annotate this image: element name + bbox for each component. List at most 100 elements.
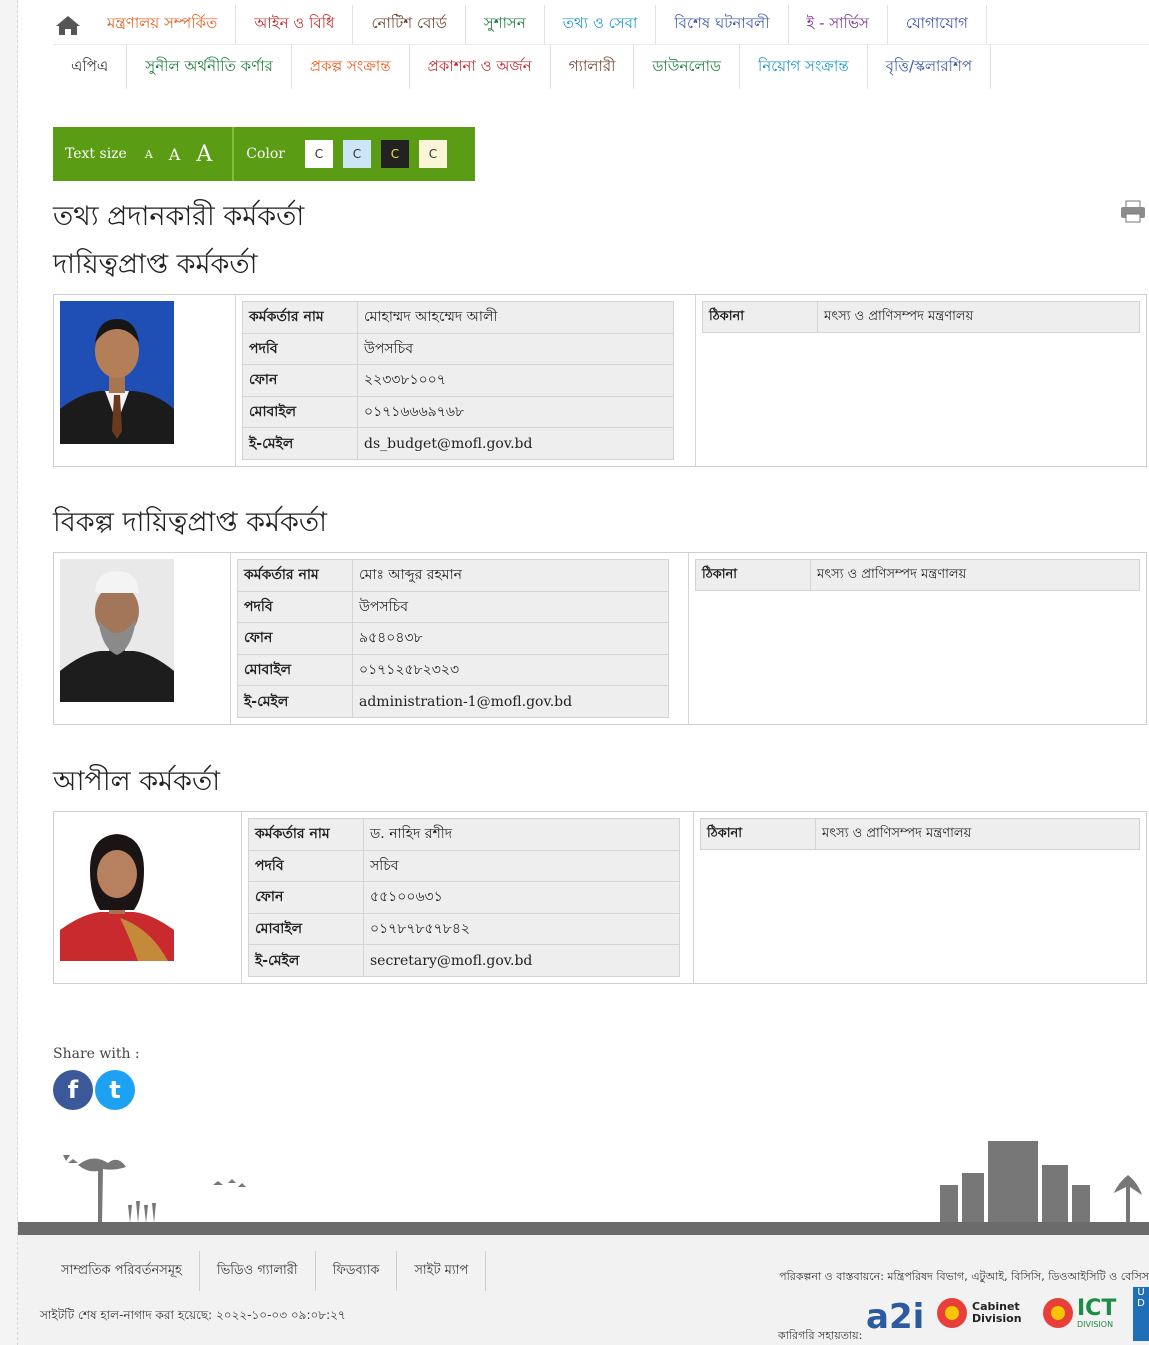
site-footer: সাম্প্রতিক পরিবর্তনসমূহ ভিডিও গ্যালারী ফিড…	[18, 1235, 1149, 1345]
row1-item-5[interactable]: বিশেষ ঘটনাবলী	[656, 5, 789, 44]
designation-label: পদবি	[242, 332, 358, 366]
officer-phone: ৯৫৪০৪৩৮	[352, 622, 669, 655]
officer-address-cell: ঠিকানা মৎস্য ও প্রাণিসম্পদ মন্ত্রণালয়	[689, 553, 1146, 724]
row1-item-0[interactable]: মন্ত্রণালয় সম্পর্কিত	[89, 5, 237, 44]
section-title-appeal: আপীল কর্মকর্তা	[53, 766, 221, 797]
row1-item-7[interactable]: যোগাযোগ	[888, 5, 988, 44]
row1-item-6[interactable]: ই - সার্ভিস	[789, 5, 888, 44]
footer-link-1[interactable]: ভিডিও গ্যালারী	[200, 1251, 316, 1291]
designation-label: পদবি	[237, 590, 353, 624]
twitter-share-icon[interactable]: t	[95, 1070, 135, 1110]
name-label: কর্মকর্তার নাম	[248, 818, 364, 851]
footer-link-2[interactable]: ফিডব্যাক	[316, 1251, 398, 1291]
officer-info-table: কর্মকর্তার নাম মোঃ আব্দুর রহমান পদবি উপসচি…	[237, 559, 669, 718]
share-label: Share with :	[53, 1046, 140, 1062]
officer-mobile: ০১৭১৬৬৬৯৭৬৮	[357, 395, 674, 429]
ict-division-logo[interactable]: ICT DIVISION	[1042, 1297, 1116, 1329]
facebook-share-icon[interactable]: f	[53, 1070, 93, 1110]
officer-card: কর্মকর্তার নাম ড. নাহিদ রশীদ পদবি সচিব ফোন…	[53, 811, 1147, 984]
phone-label: ফোন	[237, 622, 353, 655]
row1-item-1[interactable]: আইন ও বিধি	[236, 5, 354, 44]
address-table: ঠিকানা মৎস্য ও প্রাণিসম্পদ মন্ত্রণালয়	[700, 818, 1140, 850]
page-title: তথ্য প্রদানকারী কর্মকর্তা	[53, 201, 305, 232]
footer-landscape-illustration	[63, 1141, 1142, 1223]
row2-item-2[interactable]: প্রকল্প সংক্রান্ত	[292, 45, 410, 89]
mobile-label: মোবাইল	[242, 395, 358, 429]
officer-card: কর্মকর্তার নাম মোহাম্মদ আহম্মেদ আলী পদবি উ…	[53, 294, 1147, 467]
text-size-medium-button[interactable]: A	[169, 145, 181, 164]
officer-address: মৎস্য ও প্রাণিসম্পদ মন্ত্রণালয়	[815, 818, 1140, 850]
footer-link-3[interactable]: সাইট ম্যাপ	[397, 1251, 487, 1291]
text-size-label: Text size	[65, 146, 127, 162]
phone-label: ফোন	[248, 881, 364, 914]
mobile-label: মোবাইল	[248, 912, 364, 946]
photo-cell	[54, 812, 242, 983]
officer-info-table: কর্মকর্তার নাম মোহাম্মদ আহম্মেদ আলী পদবি উ…	[242, 301, 674, 460]
nav-row-secondary: এপিএ সুনীল অর্থনীতি কর্ণার প্রকল্প সংক্রান…	[53, 45, 1149, 89]
address-table: ঠিকানা মৎস্য ও প্রাণিসম্পদ মন্ত্রণালয়	[695, 559, 1140, 591]
section-title-alternate: বিকল্প দায়িত্বপ্রাপ্ত কর্মকর্তা	[53, 507, 327, 538]
a2i-logo[interactable]: a2i	[866, 1297, 924, 1337]
footer-divider-band	[18, 1222, 1149, 1235]
email-label: ই-মেইল	[242, 427, 358, 460]
undp-logo-text: U D	[1133, 1287, 1149, 1341]
officer-email[interactable]: secretary@mofl.gov.bd	[363, 944, 680, 977]
tech-support-label: কারিগরি সহায়তায়:	[778, 1329, 863, 1342]
color-group: Color C C C C	[234, 127, 459, 181]
officer-name: মোহাম্মদ আহম্মেদ আলী	[357, 301, 674, 334]
cabinet-division-logo[interactable]: Cabinet Division	[936, 1297, 1022, 1329]
page-left-border	[0, 0, 18, 1345]
footer-link-0[interactable]: সাম্প্রতিক পরিবর্তনসমূহ	[44, 1251, 200, 1291]
text-size-large-button[interactable]: A	[196, 142, 212, 167]
ict-logo-textblock: ICT DIVISION	[1077, 1297, 1116, 1329]
accessibility-toolbar: Text size A A A Color C C C C	[53, 127, 475, 181]
row1-item-3[interactable]: সুশাসন	[466, 5, 545, 44]
officer-photo	[60, 818, 174, 961]
a2i-logo-text: a2i	[866, 1297, 925, 1337]
row2-item-7[interactable]: বৃত্তি/স্কলারশিপ	[868, 45, 992, 89]
bangladesh-emblem-icon	[937, 1298, 967, 1328]
officer-address-cell: ঠিকানা মৎস্য ও প্রাণিসম্পদ মন্ত্রণালয়	[694, 812, 1146, 983]
ict-emblem-icon	[1043, 1298, 1073, 1328]
officer-address: মৎস্য ও প্রাণিসম্পদ মন্ত্রণালয়	[817, 301, 1140, 333]
nav-row-primary: মন্ত্রণালয় সম্পর্কিত আইন ও বিধি নোটিশ বোর…	[53, 5, 1149, 45]
officer-name: ড. নাহিদ রশীদ	[363, 818, 680, 851]
officer-info-table: কর্মকর্তার নাম ড. নাহিদ রশীদ পদবি সচিব ফোন…	[248, 818, 680, 977]
print-icon[interactable]	[1120, 200, 1146, 224]
designation-label: পদবি	[248, 849, 364, 883]
row1-item-2[interactable]: নোটিশ বোর্ড	[353, 5, 466, 44]
color-swatch-white[interactable]: C	[305, 140, 333, 168]
row2-item-0[interactable]: এপিএ	[53, 45, 128, 89]
color-swatch-blue[interactable]: C	[343, 140, 371, 168]
last-updated-text: সাইটটি শেষ হাল-নাগাদ করা হয়েছে: ২০২২-১০…	[40, 1308, 346, 1322]
undp-logo[interactable]: U D	[1133, 1287, 1149, 1341]
officer-mobile: ০১৭১২৫৮২৩২৩	[352, 653, 669, 687]
row1-item-4[interactable]: তথ্য ও সেবা	[545, 5, 657, 44]
footer-links: সাম্প্রতিক পরিবর্তনসমূহ ভিডিও গ্যালারী ফিড…	[44, 1251, 487, 1291]
name-label: কর্মকর্তার নাম	[242, 301, 358, 334]
officer-info-cell: কর্মকর্তার নাম মোহাম্মদ আহম্মেদ আলী পদবি উ…	[236, 295, 696, 466]
officer-designation: সচিব	[363, 849, 680, 883]
officer-address: মৎস্য ও প্রাণিসম্পদ মন্ত্রণালয়	[810, 559, 1140, 591]
cabinet-division-logo-text: Cabinet Division	[972, 1300, 1022, 1325]
officer-photo	[60, 559, 174, 702]
main-navigation: মন্ত্রণালয় সম্পর্কিত আইন ও বিধি নোটিশ বোর…	[53, 5, 1149, 89]
officer-email[interactable]: administration-1@mofl.gov.bd	[352, 685, 669, 718]
planning-credit-text: পরিকল্পনা ও বাস্তবায়নে: মন্ত্রিপরিষদ বি…	[779, 1270, 1149, 1283]
email-label: ই-মেইল	[237, 685, 353, 718]
section-title-responsible: দায়িত্বপ্রাপ্ত কর্মকর্তা	[53, 249, 258, 280]
row2-item-5[interactable]: ডাউনলোড	[634, 45, 740, 89]
row2-item-3[interactable]: প্রকাশনা ও অর্জন	[410, 45, 551, 89]
address-label: ঠিকানা	[700, 818, 816, 850]
home-link[interactable]	[53, 5, 89, 44]
row2-item-4[interactable]: গ্যালারী	[551, 45, 635, 89]
home-icon	[56, 15, 80, 35]
officer-info-cell: কর্মকর্তার নাম ড. নাহিদ রশীদ পদবি সচিব ফোন…	[242, 812, 694, 983]
color-swatch-dark[interactable]: C	[381, 140, 409, 168]
text-size-small-button[interactable]: A	[145, 148, 153, 161]
officer-email[interactable]: ds_budget@mofl.gov.bd	[357, 427, 674, 460]
row2-item-1[interactable]: সুনীল অর্থনীতি কর্ণার	[127, 45, 292, 89]
row2-item-6[interactable]: নিয়োগ সংক্রান্ত	[740, 45, 868, 89]
mobile-label: মোবাইল	[237, 653, 353, 687]
color-swatch-cream[interactable]: C	[419, 140, 447, 168]
